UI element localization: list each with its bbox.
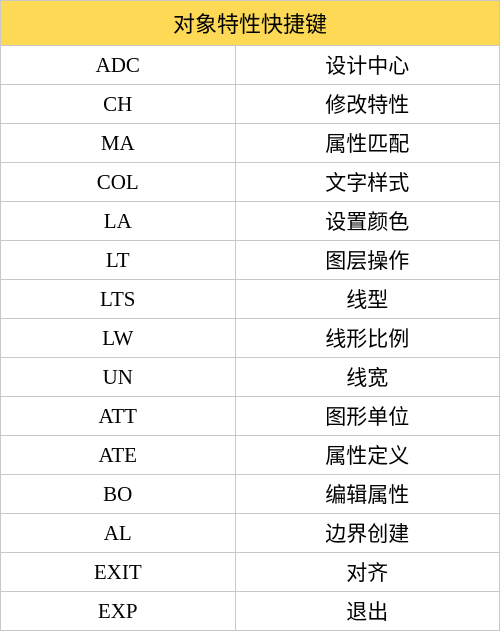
shortcut-key: UN [1,358,236,397]
shortcut-desc: 线形比例 [235,319,499,358]
shortcut-key: BO [1,475,236,514]
shortcut-key: ATE [1,436,236,475]
shortcut-key: ADC [1,46,236,85]
shortcut-desc: 图层操作 [235,241,499,280]
table-row: COL文字样式 [1,163,500,202]
shortcut-key: LW [1,319,236,358]
shortcut-key: LT [1,241,236,280]
shortcut-key: EXP [1,592,236,631]
table-row: AL边界创建 [1,514,500,553]
shortcut-key: MA [1,124,236,163]
table-row: CH修改特性 [1,85,500,124]
shortcut-desc: 属性定义 [235,436,499,475]
shortcut-desc: 线宽 [235,358,499,397]
shortcut-desc: 线型 [235,280,499,319]
shortcut-key: EXIT [1,553,236,592]
table-row: ATE属性定义 [1,436,500,475]
table-row: EXP退出 [1,592,500,631]
table-row: BO编辑属性 [1,475,500,514]
table-row: LW线形比例 [1,319,500,358]
shortcut-key: COL [1,163,236,202]
shortcut-desc: 对齐 [235,553,499,592]
shortcut-desc: 文字样式 [235,163,499,202]
shortcut-key: LTS [1,280,236,319]
table-row: MA属性匹配 [1,124,500,163]
shortcut-desc: 边界创建 [235,514,499,553]
table-header-row: 对象特性快捷键 [1,1,500,46]
shortcut-key: AL [1,514,236,553]
table-row: EXIT对齐 [1,553,500,592]
shortcut-desc: 设置颜色 [235,202,499,241]
shortcut-key: ATT [1,397,236,436]
shortcut-key: CH [1,85,236,124]
shortcut-desc: 设计中心 [235,46,499,85]
shortcut-desc: 修改特性 [235,85,499,124]
shortcut-key: LA [1,202,236,241]
shortcut-desc: 退出 [235,592,499,631]
shortcut-desc: 图形单位 [235,397,499,436]
table-row: UN线宽 [1,358,500,397]
table-row: ADC设计中心 [1,46,500,85]
table-row: LTS线型 [1,280,500,319]
table-title: 对象特性快捷键 [1,1,500,46]
shortcut-desc: 编辑属性 [235,475,499,514]
table-row: LA设置颜色 [1,202,500,241]
table-row: LT图层操作 [1,241,500,280]
shortcut-table: 对象特性快捷键 ADC设计中心CH修改特性MA属性匹配COL文字样式LA设置颜色… [0,0,500,631]
table-body: ADC设计中心CH修改特性MA属性匹配COL文字样式LA设置颜色LT图层操作LT… [1,46,500,631]
table-row: ATT图形单位 [1,397,500,436]
shortcut-desc: 属性匹配 [235,124,499,163]
